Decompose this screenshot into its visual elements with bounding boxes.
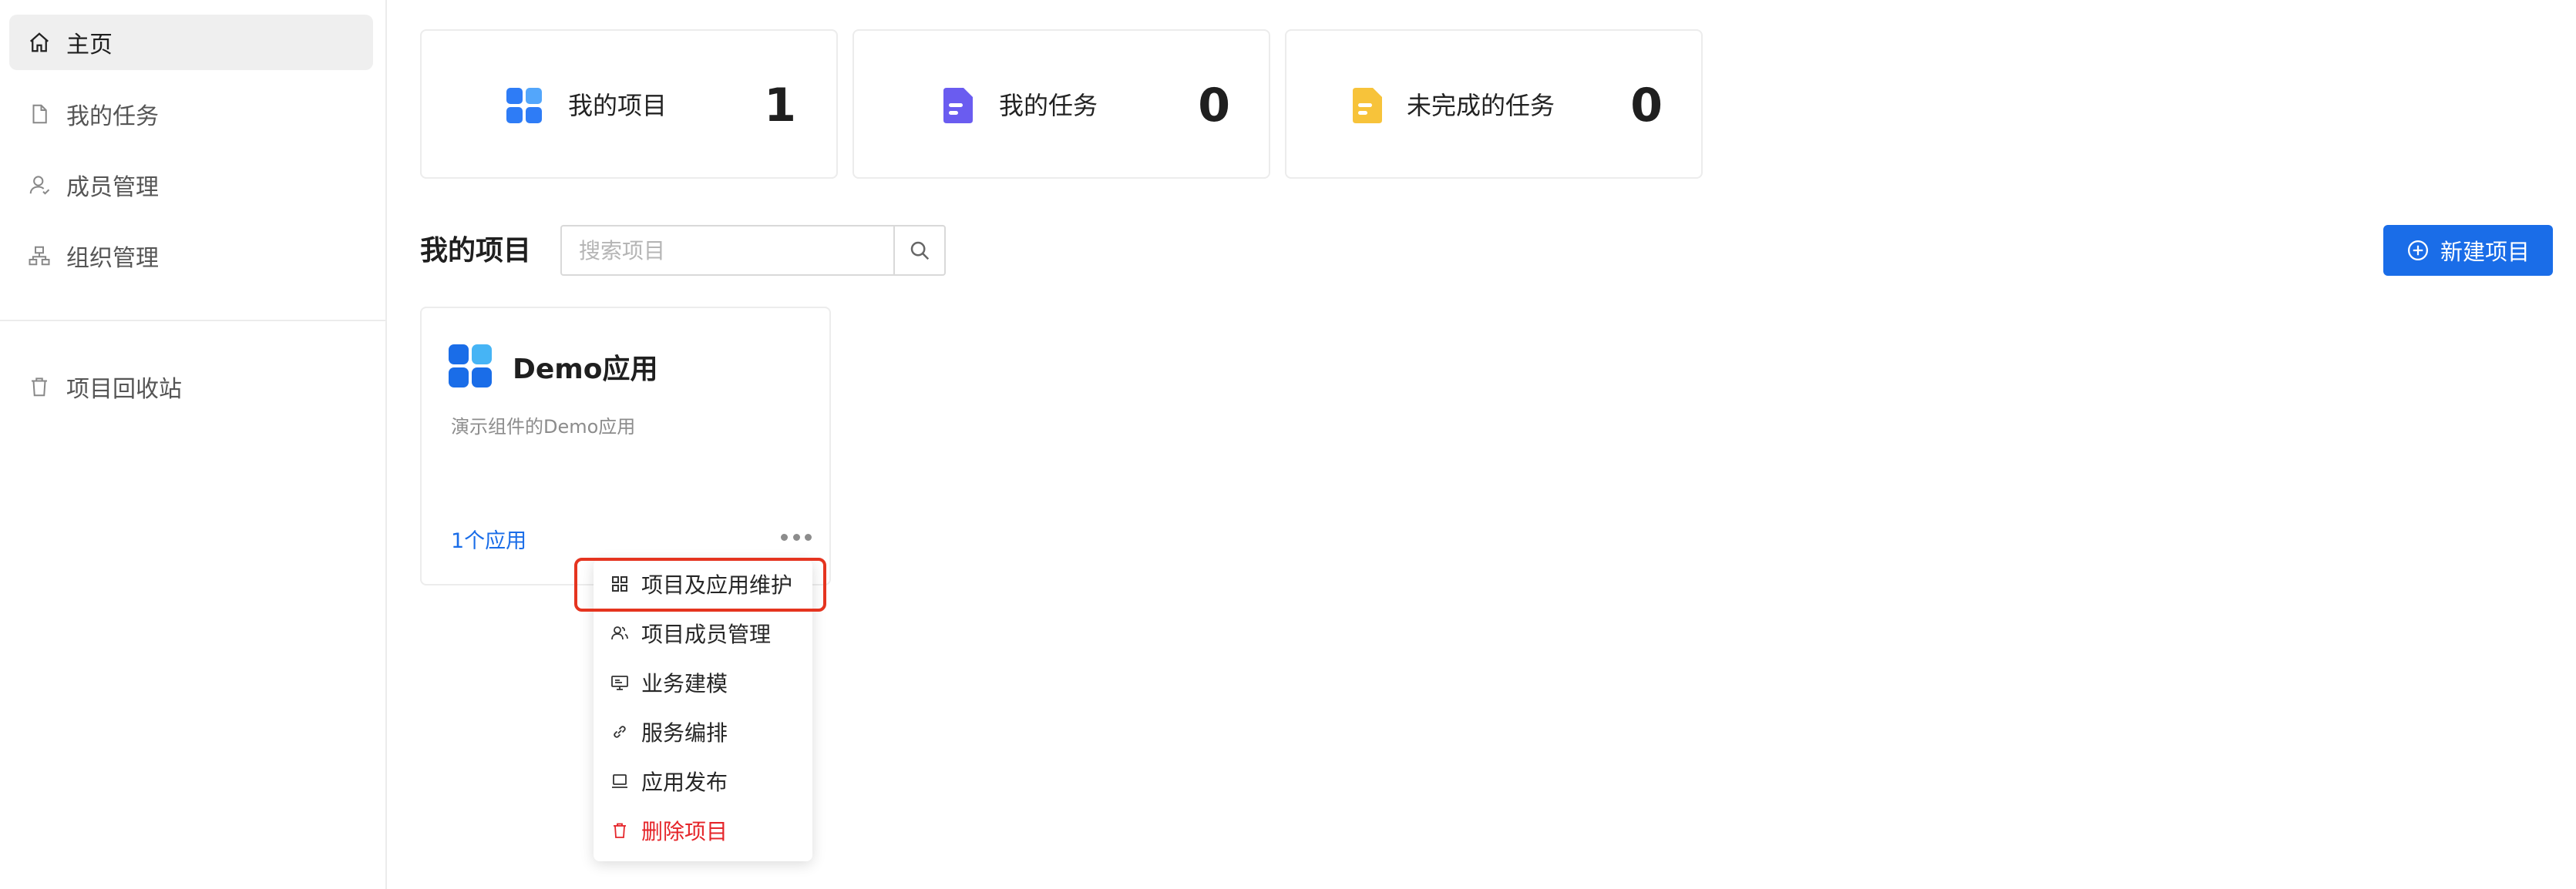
plus-circle-icon: [2407, 240, 2428, 260]
sidebar-item-label: 成员管理: [66, 174, 159, 201]
sidebar-divider: [0, 320, 387, 321]
stat-card-my-projects: 我的项目 1: [420, 29, 838, 179]
search-icon: [910, 241, 930, 260]
stat-value: 0: [1198, 79, 1230, 133]
sidebar-item-label: 主页: [66, 32, 113, 59]
laptop-icon: [612, 774, 627, 788]
stat-label: 未完成的任务: [1407, 91, 1555, 120]
sidebar: 主页 我的任务 成员管理 组织管理 项目回收站: [0, 0, 387, 889]
stat-value: 1: [764, 79, 796, 133]
members-icon: [611, 626, 628, 640]
document-icon: [1353, 88, 1382, 123]
project-description: 演示组件的Demo应用: [451, 416, 636, 438]
menu-item-delete-project[interactable]: 删除项目: [594, 806, 812, 855]
section-title: 我的项目: [420, 235, 532, 267]
sidebar-item-label: 项目回收站: [66, 376, 182, 403]
menu-item-service-orchestration[interactable]: 服务编排: [594, 707, 812, 756]
org-icon: [29, 246, 50, 266]
trash-icon: [32, 377, 47, 397]
menu-item-app-publish[interactable]: 应用发布: [594, 756, 812, 806]
link-icon: [614, 726, 626, 738]
search-box: [560, 225, 946, 276]
stat-label: 我的任务: [999, 91, 1098, 120]
menu-item-label: 删除项目: [641, 819, 728, 844]
sidebar-item-home[interactable]: 主页: [9, 15, 373, 70]
sidebar-item-recycle-bin[interactable]: 项目回收站: [9, 359, 373, 414]
search-button[interactable]: [893, 226, 944, 274]
stat-value: 0: [1630, 79, 1663, 133]
menu-item-label: 业务建模: [641, 671, 728, 696]
stat-card-unfinished-tasks: 未完成的任务 0: [1285, 29, 1703, 179]
project-logo-icon: [449, 344, 492, 387]
sidebar-item-members[interactable]: 成员管理: [9, 157, 373, 213]
sidebar-item-label: 组织管理: [66, 245, 159, 272]
sidebar-item-my-tasks[interactable]: 我的任务: [9, 86, 373, 142]
menu-item-label: 项目成员管理: [641, 622, 772, 647]
project-apps-link[interactable]: 1个应用: [451, 524, 526, 554]
file-icon: [32, 104, 47, 124]
monitor-icon: [611, 676, 628, 690]
menu-item-label: 服务编排: [641, 720, 728, 746]
new-project-button[interactable]: 新建项目: [2383, 225, 2553, 276]
document-icon: [943, 88, 973, 123]
sidebar-item-label: 我的任务: [66, 103, 159, 130]
sidebar-item-organization[interactable]: 组织管理: [9, 228, 373, 283]
project-name: Demo应用: [513, 354, 658, 385]
stat-card-my-tasks: 我的任务 0: [853, 29, 1270, 179]
menu-item-business-modeling[interactable]: 业务建模: [594, 658, 812, 707]
home-icon: [30, 32, 49, 52]
trash-icon: [614, 823, 626, 838]
project-card[interactable]: Demo应用 演示组件的Demo应用 1个应用: [420, 307, 831, 585]
search-input[interactable]: [562, 226, 893, 274]
stat-label: 我的项目: [568, 91, 668, 120]
user-icon: [29, 176, 50, 195]
new-project-label: 新建项目: [2440, 239, 2530, 265]
highlight-box: [574, 558, 826, 612]
apps-grid-icon: [506, 88, 542, 123]
menu-item-label: 应用发布: [641, 770, 728, 795]
menu-item-project-members[interactable]: 项目成员管理: [594, 609, 812, 658]
more-icon[interactable]: [781, 525, 812, 548]
